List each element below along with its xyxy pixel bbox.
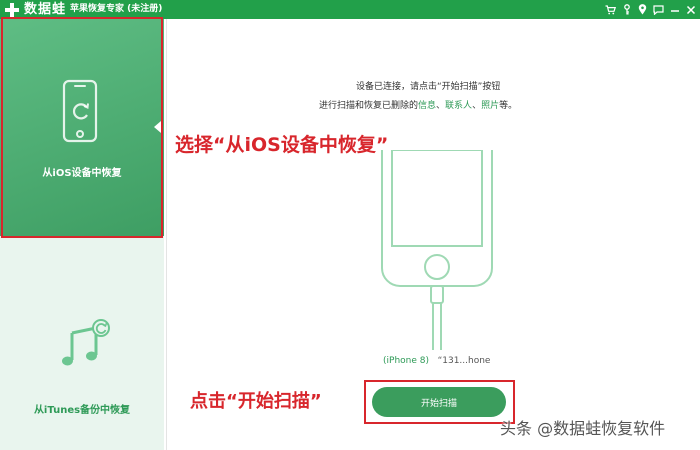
device-model: (iPhone 8)	[383, 356, 429, 366]
link-contacts[interactable]: 联系人	[445, 101, 472, 111]
itunes-music-icon	[62, 319, 110, 366]
app-logo: 数据蛙	[4, 1, 66, 18]
logo-plus-icon	[4, 2, 20, 18]
sidebar-item-ios-device[interactable]: 从iOS设备中恢复	[0, 19, 164, 236]
location-icon[interactable]	[637, 3, 648, 16]
titlebar-icons	[605, 2, 696, 17]
sidebar-item-itunes-backup[interactable]: 从iTunes备份中恢复	[0, 237, 164, 450]
link-messages[interactable]: 信息	[418, 101, 436, 111]
key-icon[interactable]	[621, 3, 632, 16]
watermark: 头条 @数据蛙恢复软件	[500, 419, 666, 438]
annotation-click: 点击“开始扫描”	[190, 391, 322, 412]
message-icon[interactable]	[653, 3, 664, 16]
annotation-select: 选择“从iOS设备中恢复”	[175, 134, 389, 156]
sidebar-item-label: 从iTunes备份中恢复	[33, 405, 131, 416]
instruction-sep: 、	[472, 101, 482, 111]
close-icon[interactable]	[685, 3, 696, 16]
active-caret-icon	[154, 121, 161, 133]
instruction-line-2: 进行扫描和恢复已删除的信息、联系人、照片等。	[319, 100, 517, 112]
connected-phone-illustration	[381, 150, 493, 350]
phone-restore-icon	[62, 79, 98, 143]
instruction-line-1: 设备已连接，请点击“开始扫描”按钮	[356, 82, 501, 92]
instruction-sep: 、	[436, 101, 446, 111]
device-name: “131...hone	[437, 356, 491, 366]
window-title: 苹果恢复专家 (未注册)	[70, 4, 163, 14]
device-info: (iPhone 8) “131...hone	[383, 355, 490, 367]
sidebar-divider	[166, 19, 167, 450]
title-bar: 数据蛙 苹果恢复专家 (未注册)	[0, 0, 700, 19]
minimize-icon[interactable]	[669, 3, 680, 16]
cart-icon[interactable]	[605, 3, 616, 16]
instruction-suffix: 等。	[499, 101, 518, 111]
sidebar: 从iOS设备中恢复 从iTunes备份中恢复	[0, 19, 164, 450]
logo-text: 数据蛙	[24, 2, 67, 17]
start-scan-button[interactable]: 开始扫描	[372, 387, 506, 417]
link-photos[interactable]: 照片	[481, 101, 499, 111]
instruction-prefix: 进行扫描和恢复已删除的	[319, 101, 419, 111]
sidebar-item-label: 从iOS设备中恢复	[42, 168, 122, 179]
